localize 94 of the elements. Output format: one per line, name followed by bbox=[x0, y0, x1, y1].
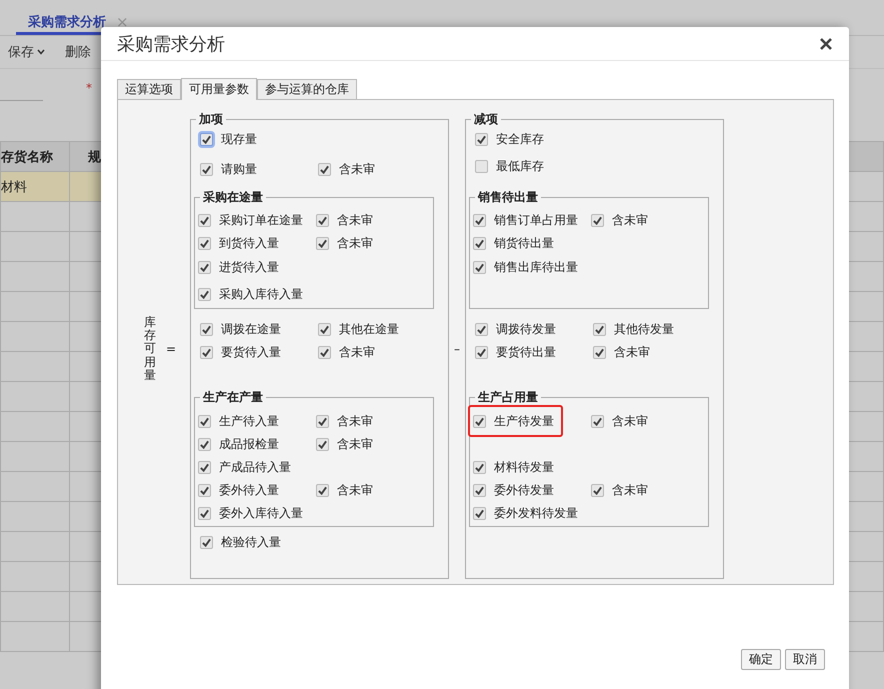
checkbox[interactable] bbox=[198, 236, 211, 250]
group-title: 减项 bbox=[471, 111, 501, 127]
table-cell: 材料 bbox=[0, 172, 70, 202]
checkbox-label: 销售出库待出量 bbox=[494, 258, 578, 276]
equals-sign: = bbox=[166, 342, 176, 356]
checkbox-label: 含未审 bbox=[339, 344, 375, 360]
checkbox-label: 含未审 bbox=[337, 482, 373, 498]
checkbox[interactable] bbox=[318, 162, 331, 176]
checkbox[interactable] bbox=[473, 214, 486, 226]
checkbox[interactable] bbox=[198, 438, 211, 450]
group-title: 生产占用量 bbox=[475, 389, 541, 405]
checkbox[interactable] bbox=[200, 322, 213, 336]
formula-label: 库存可用量 bbox=[144, 316, 156, 382]
checkbox-label: 采购入库待入量 bbox=[219, 286, 303, 302]
checkbox-label: 委外待入量 bbox=[219, 482, 279, 498]
checkbox-label: 到货待入量 bbox=[219, 234, 279, 252]
checkbox-label: 要货待入量 bbox=[221, 344, 281, 360]
checkbox[interactable] bbox=[473, 260, 486, 274]
dialog-title: 采购需求分析 bbox=[117, 32, 225, 56]
group-title: 销售待出量 bbox=[475, 189, 541, 205]
checkbox-label: 委外待发量 bbox=[494, 482, 554, 498]
checkbox[interactable] bbox=[316, 484, 329, 496]
checkbox-label: 含未审 bbox=[337, 234, 373, 252]
checkbox[interactable] bbox=[316, 414, 329, 428]
checkbox-label: 含未审 bbox=[614, 344, 650, 360]
checkbox-label: 含未审 bbox=[612, 412, 648, 430]
checkbox[interactable] bbox=[473, 414, 486, 428]
dialog-button[interactable]: 确定 bbox=[741, 649, 781, 670]
checkbox[interactable] bbox=[198, 260, 211, 274]
group-title: 加项 bbox=[196, 111, 226, 127]
checkbox[interactable] bbox=[475, 346, 488, 358]
checkbox[interactable] bbox=[198, 460, 211, 474]
checkbox-label: 含未审 bbox=[337, 412, 373, 430]
checkbox[interactable] bbox=[591, 414, 604, 428]
checkbox[interactable] bbox=[198, 414, 211, 428]
column-header: 存货名称 bbox=[0, 142, 70, 172]
checkbox[interactable] bbox=[318, 346, 331, 358]
checkbox-label: 生产待入量 bbox=[219, 412, 279, 430]
checkbox[interactable] bbox=[318, 322, 331, 336]
checkbox[interactable] bbox=[591, 214, 604, 226]
checkbox-label: 含未审 bbox=[612, 212, 648, 228]
checkbox-label: 含未审 bbox=[337, 436, 373, 452]
checkbox-label: 检验待入量 bbox=[221, 534, 281, 550]
checkbox-label: 产成品待入量 bbox=[219, 458, 291, 476]
checkbox-label: 销货待出量 bbox=[494, 234, 554, 252]
checkbox[interactable] bbox=[200, 162, 213, 176]
checkbox-label: 调拨在途量 bbox=[221, 320, 281, 338]
checkbox-label: 要货待出量 bbox=[496, 344, 556, 360]
checkbox[interactable] bbox=[200, 132, 213, 146]
checkbox[interactable] bbox=[198, 214, 211, 226]
checkbox[interactable] bbox=[473, 460, 486, 474]
checkbox-label: 含未审 bbox=[337, 212, 373, 228]
checkbox-label: 委外发料待发量 bbox=[494, 504, 578, 522]
checkbox-label: 最低库存 bbox=[496, 158, 544, 174]
tab[interactable]: 运算选项 bbox=[117, 79, 181, 99]
checkbox[interactable] bbox=[593, 322, 606, 336]
checkbox-label: 采购订单在途量 bbox=[219, 212, 303, 228]
checkbox[interactable] bbox=[198, 484, 211, 496]
minus-sign: – bbox=[454, 342, 460, 356]
checkbox[interactable] bbox=[473, 506, 486, 520]
toolbar-button[interactable]: 删除 bbox=[65, 43, 91, 61]
checkbox-label: 安全库存 bbox=[496, 130, 544, 148]
checkbox-label: 调拨待发量 bbox=[496, 320, 556, 338]
checkbox[interactable] bbox=[475, 160, 488, 172]
checkbox[interactable] bbox=[200, 346, 213, 358]
checkbox[interactable] bbox=[198, 288, 211, 300]
tab[interactable]: 参与运算的仓库 bbox=[257, 79, 357, 99]
checkbox[interactable] bbox=[316, 236, 329, 250]
checkbox-label: 成品报检量 bbox=[219, 436, 279, 452]
toolbar-button[interactable]: 保存 bbox=[8, 43, 45, 61]
checkbox-label: 销售订单占用量 bbox=[494, 212, 578, 228]
checkbox-label: 进货待入量 bbox=[219, 258, 279, 276]
checkbox-label: 含未审 bbox=[612, 482, 648, 498]
checkbox[interactable] bbox=[316, 438, 329, 450]
checkbox-label: 材料待发量 bbox=[494, 458, 554, 476]
tab[interactable]: 可用量参数 bbox=[181, 78, 257, 100]
checkbox[interactable] bbox=[473, 484, 486, 496]
checkbox-label: 其他待发量 bbox=[614, 320, 674, 338]
checkbox[interactable] bbox=[316, 214, 329, 226]
required-mark: * bbox=[86, 81, 92, 95]
group-title: 采购在途量 bbox=[200, 189, 266, 205]
checkbox[interactable] bbox=[475, 132, 488, 146]
dialog-button[interactable]: 取消 bbox=[785, 649, 825, 670]
checkbox[interactable] bbox=[593, 346, 606, 358]
checkbox-label: 委外入库待入量 bbox=[219, 504, 303, 522]
checkbox[interactable] bbox=[475, 322, 488, 336]
group-title: 生产在产量 bbox=[200, 389, 266, 405]
close-icon[interactable] bbox=[819, 36, 833, 50]
checkbox[interactable] bbox=[200, 536, 213, 548]
checkbox[interactable] bbox=[473, 236, 486, 250]
checkbox-label: 生产待发量 bbox=[494, 412, 554, 430]
checkbox[interactable] bbox=[591, 484, 604, 496]
checkbox-label: 其他在途量 bbox=[339, 320, 399, 338]
checkbox[interactable] bbox=[198, 506, 211, 520]
